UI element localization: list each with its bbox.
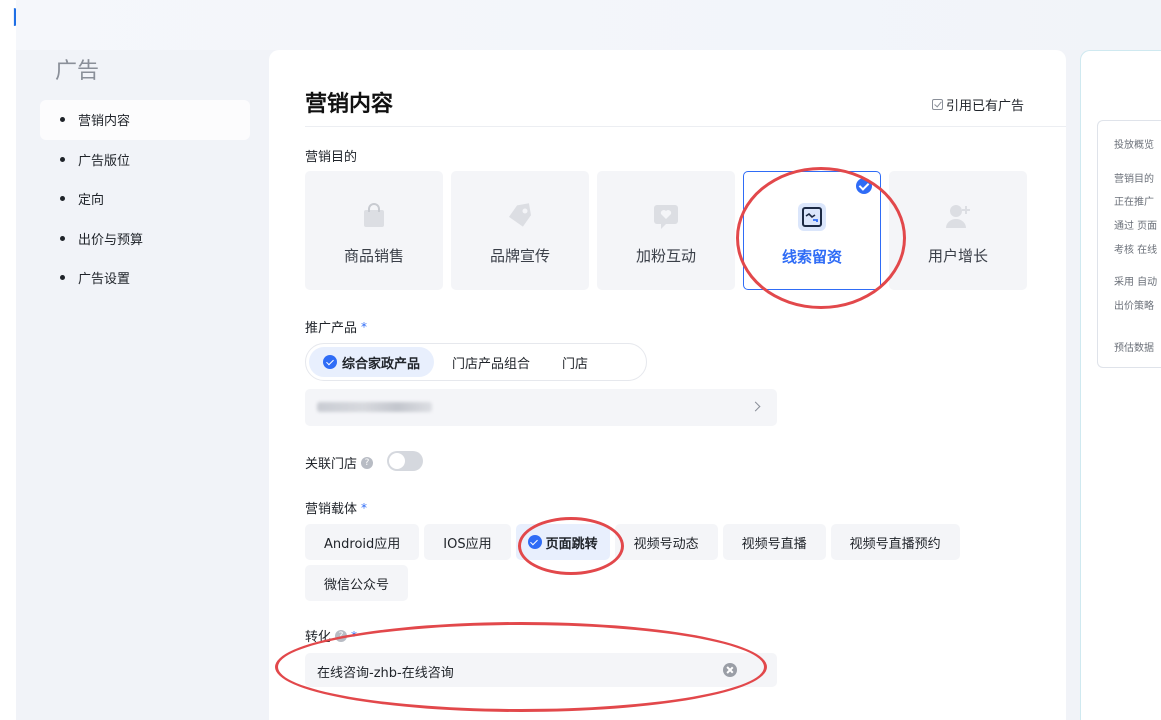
product-select[interactable]	[305, 389, 777, 426]
required-mark: *	[351, 628, 358, 643]
goal-tile-label: 用户增长	[927, 247, 988, 265]
carrier-label: 营销载体 *	[305, 498, 368, 518]
heart-chat-icon	[654, 205, 678, 229]
sidebar-item-marketing-content[interactable]: 营销内容	[40, 100, 250, 140]
check-circle-icon	[527, 535, 542, 549]
sidebar-item-label: 营销内容	[78, 114, 131, 130]
product-option-home-service[interactable]: 综合家政产品	[309, 347, 435, 377]
product-option-store[interactable]: 门店	[548, 347, 602, 377]
sidebar-title: 广告	[55, 59, 100, 84]
goal-tile-lead-collection[interactable]: 线索留资	[743, 171, 881, 290]
carrier-option-label: 视频号直播	[741, 536, 807, 552]
help-icon[interactable]: ?	[335, 629, 348, 642]
conversion-value: 在线咨询-zhb-在线咨询	[317, 666, 454, 681]
clear-icon[interactable]	[723, 663, 737, 677]
product-option-store-bundle[interactable]: 门店产品组合	[438, 347, 544, 377]
required-mark: *	[361, 500, 368, 515]
conversion-select[interactable]: 在线咨询-zhb-在线咨询	[305, 653, 777, 687]
overview-line: 采用 自动	[1114, 277, 1158, 288]
sidebar-item-label: 广告设置	[78, 272, 131, 288]
overview-line: 营销目的	[1114, 174, 1154, 185]
carrier-option-channels-live-booking[interactable]: 视频号直播预约	[830, 524, 960, 560]
carrier-option-label: 视频号直播预约	[849, 536, 941, 552]
marketing-content-card: 营销内容 引用已有广告 营销目的 商品销售 品牌宣传 加粉互动 线索留资 用户增…	[269, 50, 1066, 720]
help-icon[interactable]: ?	[361, 456, 374, 469]
goal-tile-fan-interaction[interactable]: 加粉互动	[597, 171, 735, 290]
product-option-label: 综合家政产品	[342, 356, 421, 372]
sidebar-item-label: 定向	[78, 193, 105, 209]
goal-tiles: 商品销售 品牌宣传 加粉互动 线索留资 用户增长	[305, 171, 1027, 290]
store-link-label-text: 关联门店	[305, 457, 358, 472]
carrier-option-page-jump[interactable]: 页面跳转	[515, 524, 610, 560]
carrier-option-label: 视频号动态	[633, 536, 699, 552]
goal-tile-brand-promotion[interactable]: 品牌宣传	[451, 171, 589, 290]
product-option-label: 门店	[562, 356, 589, 372]
edit-icon	[931, 99, 943, 110]
store-link-label: 关联门店 ?	[305, 453, 374, 472]
carrier-option-label: Android应用	[324, 536, 401, 552]
goal-tile-user-growth[interactable]: 用户增长	[889, 171, 1027, 290]
reference-link-label: 引用已有广告	[945, 99, 1024, 114]
goal-tile-product-sales[interactable]: 商品销售	[305, 171, 443, 290]
carrier-option-label: 页面跳转	[545, 536, 598, 552]
sidebar-item-ad-placement[interactable]: 广告版位	[40, 140, 250, 180]
sidebar-nav: 营销内容 广告版位 定向 出价与预算 广告设置	[40, 100, 250, 298]
check-circle-icon	[323, 355, 337, 369]
chevron-right-icon	[750, 401, 761, 412]
goal-tile-label: 商品销售	[343, 247, 404, 265]
goal-tile-label: 线索留资	[781, 248, 842, 266]
shopping-bag-icon	[364, 203, 384, 227]
carrier-option-label: IOS应用	[443, 536, 492, 552]
overview-title: 投放概览	[1114, 140, 1154, 151]
page-title: 营销内容	[305, 92, 394, 117]
carrier-option-wechat-official[interactable]: 微信公众号	[305, 565, 409, 601]
required-mark: *	[361, 319, 368, 334]
selected-check-icon	[856, 178, 872, 194]
product-option-label: 门店产品组合	[452, 356, 531, 372]
product-label-text: 推广产品	[305, 321, 358, 336]
redacted-product-name	[317, 402, 432, 412]
conversion-label-text: 转化	[305, 630, 332, 645]
add-user-icon	[946, 205, 970, 228]
overview-line: 出价策略	[1114, 301, 1154, 312]
product-label: 推广产品 *	[305, 317, 368, 337]
carrier-option-channels-live[interactable]: 视频号直播	[722, 524, 826, 560]
carrier-options: Android应用 IOS应用 页面跳转 视频号动态 视频号直播 视频号直播预约…	[305, 524, 1005, 601]
sidebar-item-bid-budget[interactable]: 出价与预算	[40, 219, 250, 259]
overview-line: 预估数据	[1114, 343, 1154, 354]
overview-line: 正在推广	[1114, 197, 1154, 208]
top-bar	[16, 0, 1161, 50]
goal-tile-label: 加粉互动	[635, 247, 696, 265]
reference-existing-ad-link[interactable]: 引用已有广告	[931, 95, 1024, 114]
carrier-option-ios[interactable]: IOS应用	[424, 524, 511, 560]
goal-label: 营销目的	[305, 146, 357, 165]
overview-line: 通过 页面	[1114, 221, 1158, 232]
divider	[305, 126, 1066, 127]
carrier-option-label: 微信公众号	[324, 577, 390, 593]
sidebar-item-label: 广告版位	[78, 153, 131, 169]
sidebar-item-targeting[interactable]: 定向	[40, 179, 250, 219]
carrier-option-android[interactable]: Android应用	[305, 524, 420, 560]
lead-form-icon	[798, 203, 826, 231]
overview-line: 考核 在线	[1114, 245, 1158, 256]
store-link-toggle[interactable]	[387, 451, 423, 471]
sidebar-item-ad-settings[interactable]: 广告设置	[40, 258, 250, 298]
conversion-label: 转化 ? *	[305, 626, 358, 646]
product-type-segmented: 综合家政产品 门店产品组合 门店	[305, 343, 647, 381]
tag-icon	[508, 203, 532, 227]
goal-tile-label: 品牌宣传	[489, 247, 550, 265]
carrier-option-channels-post[interactable]: 视频号动态	[614, 524, 718, 560]
goal-label-text: 营销目的	[305, 150, 358, 165]
sidebar-item-label: 出价与预算	[78, 232, 144, 248]
window-edge	[0, 0, 16, 720]
carrier-label-text: 营销载体	[305, 502, 358, 517]
